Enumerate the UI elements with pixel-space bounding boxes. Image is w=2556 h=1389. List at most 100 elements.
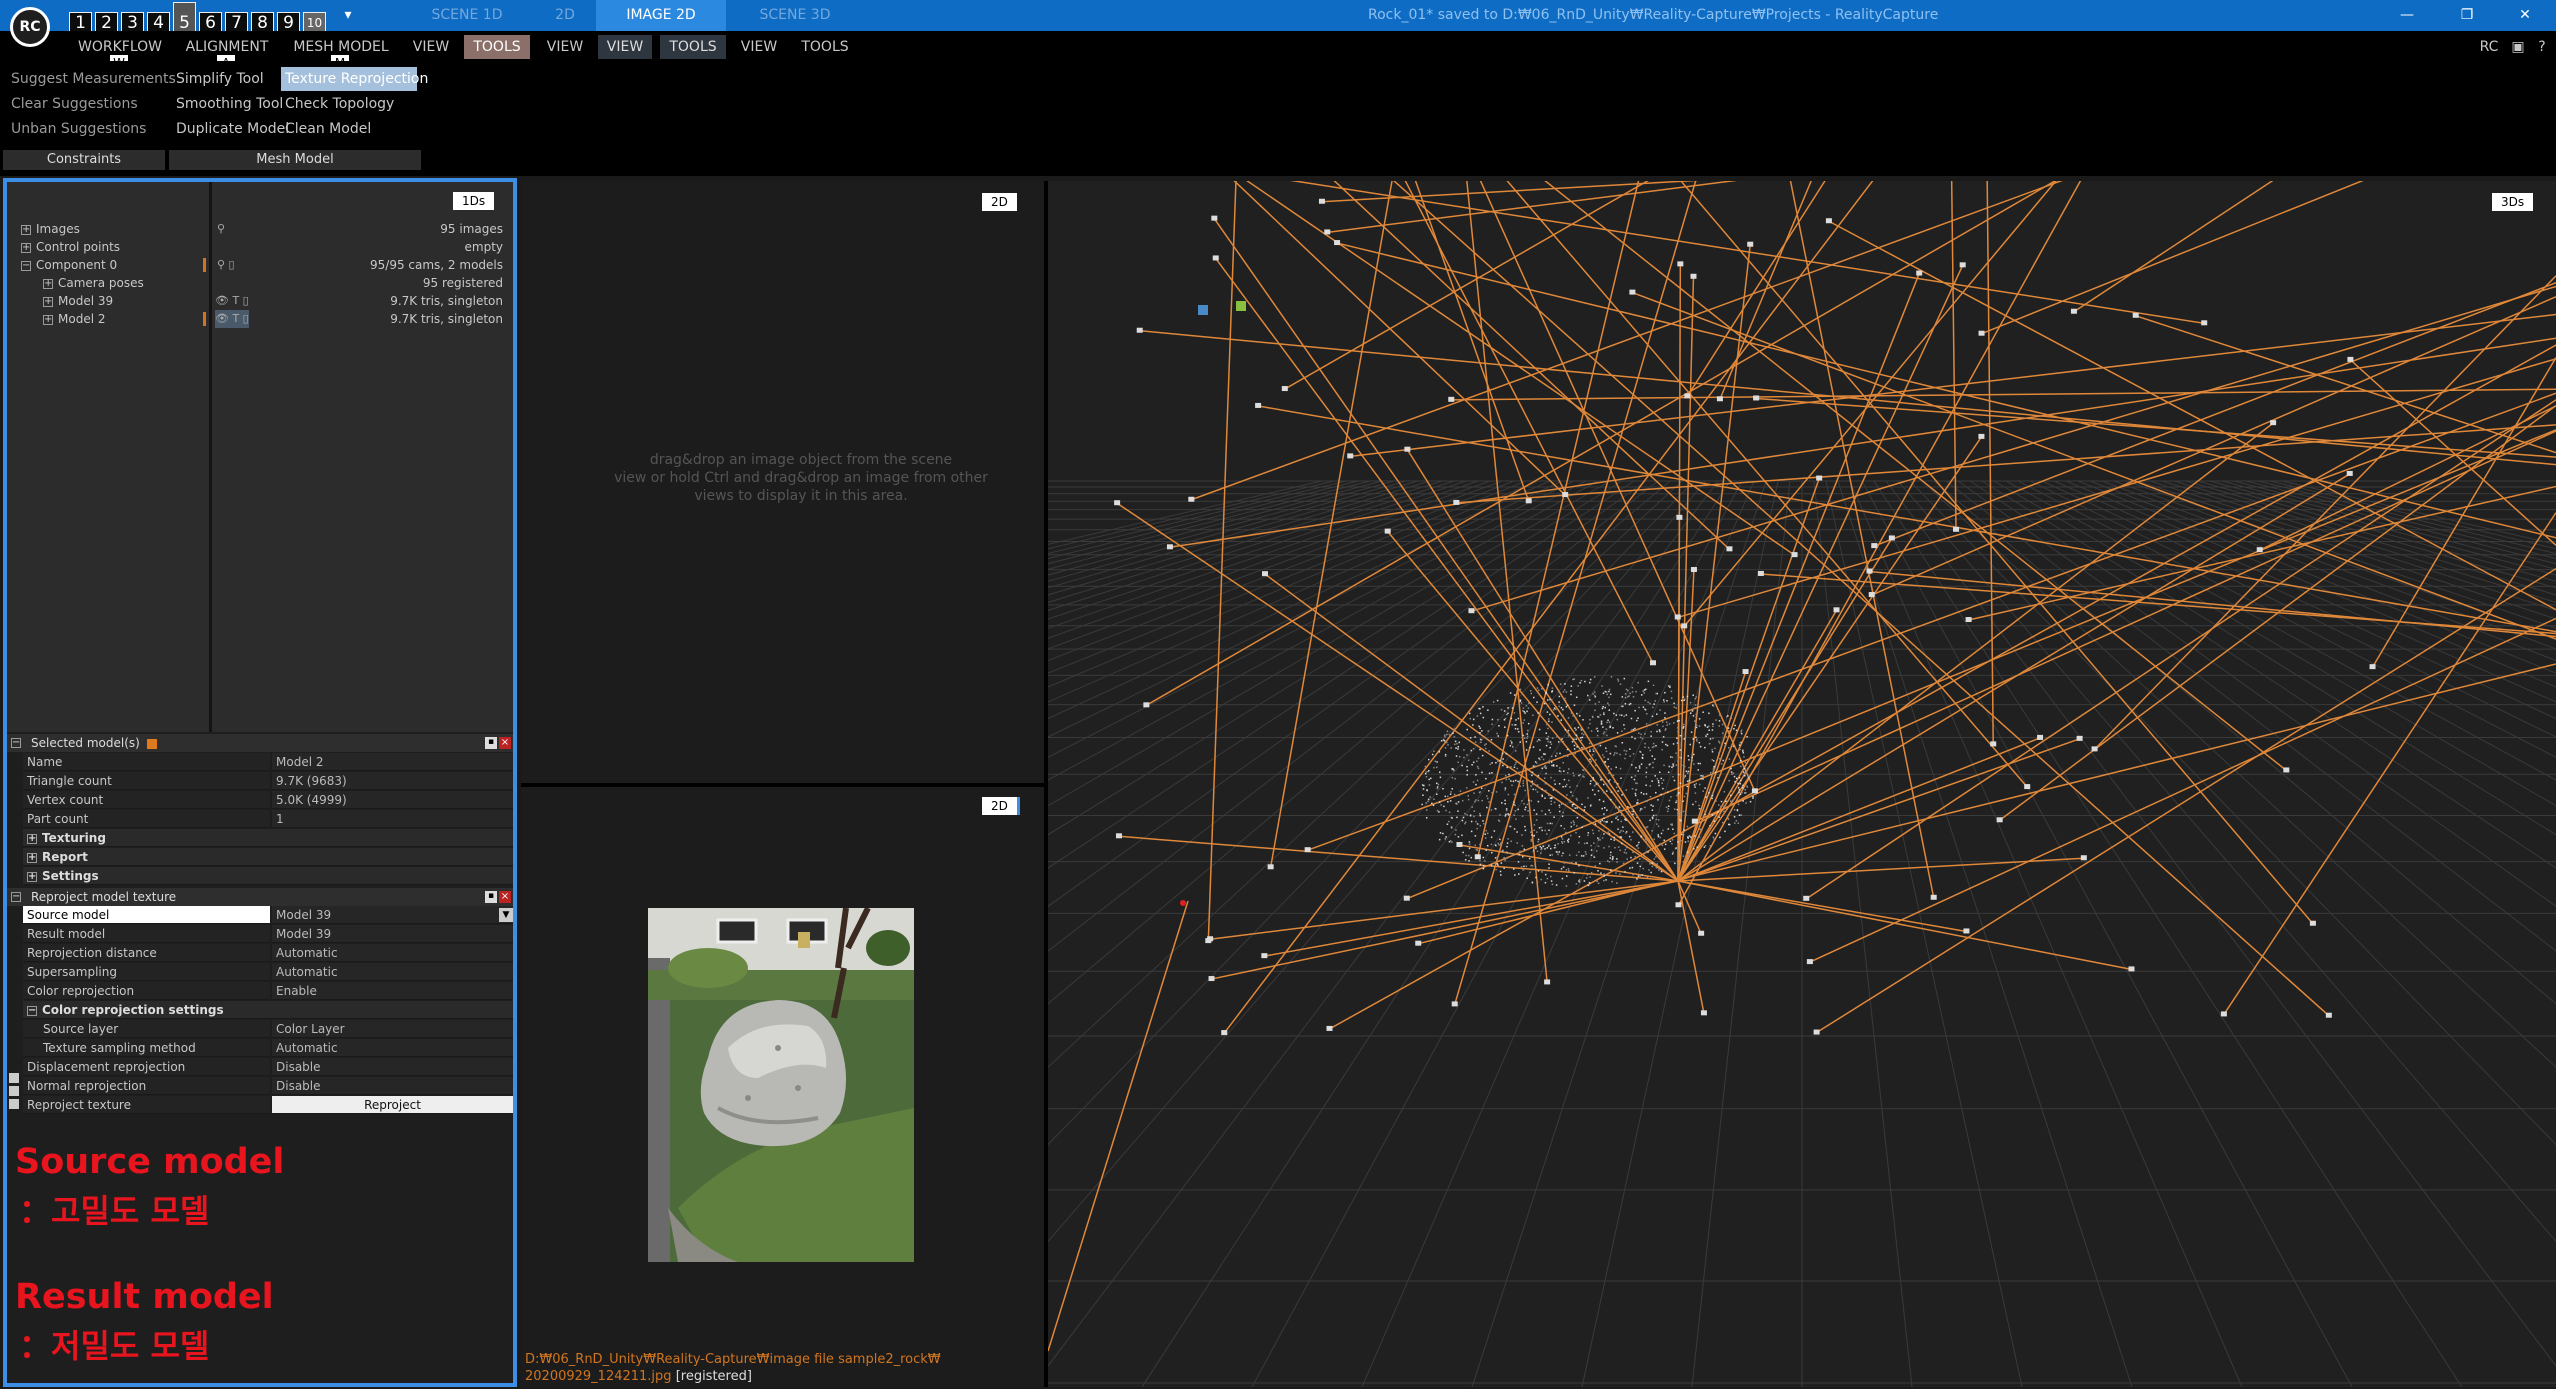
- tree-splitter[interactable]: [209, 182, 212, 732]
- smoothing-tool-button[interactable]: Smoothing Tool: [172, 92, 283, 116]
- expand-icon[interactable]: +: [43, 278, 53, 289]
- property-row: Triangle count 9.7K (9683): [23, 772, 513, 790]
- component-icons: ⚲ ▯: [217, 258, 235, 271]
- light-gizmo-icon[interactable]: [1236, 301, 1246, 311]
- panel-icon[interactable]: ▣: [2508, 35, 2528, 59]
- tab-scene-1d[interactable]: SCENE 1D: [412, 0, 522, 31]
- annotation-result-title: Result model: [15, 1277, 274, 1317]
- collapse-icon[interactable]: −: [11, 738, 21, 748]
- component-marker: [203, 258, 206, 272]
- reproject-button[interactable]: Reproject: [272, 1096, 513, 1114]
- menu-bar: WORKFLOW ALIGNMENT MESH MODEL VIEW TOOLS…: [0, 31, 2556, 61]
- pin-panel-icon[interactable]: ▪: [485, 891, 497, 903]
- origin-marker: [1180, 900, 1186, 906]
- clear-suggestions-button[interactable]: Clear Suggestions: [7, 92, 138, 116]
- section-texturing[interactable]: + Texturing: [23, 829, 513, 847]
- collapse-icon[interactable]: −: [27, 1005, 37, 1016]
- reproject-header[interactable]: − Reproject model texture ▪ ×: [7, 888, 513, 906]
- clean-model-button[interactable]: Clean Model: [281, 117, 371, 141]
- source-layer-row[interactable]: Source layer Color Layer: [23, 1020, 513, 1038]
- collapse-icon[interactable]: −: [21, 260, 31, 271]
- chevron-down-icon[interactable]: ▼: [499, 908, 513, 922]
- color-reprojection-settings-section[interactable]: − Color reprojection settings: [23, 1001, 513, 1019]
- unban-suggestions-button[interactable]: Unban Suggestions: [7, 117, 146, 141]
- tab-image-2d[interactable]: IMAGE 2D: [596, 0, 726, 31]
- expand-icon[interactable]: +: [27, 833, 37, 844]
- menu-tools-1[interactable]: TOOLS: [464, 35, 530, 59]
- view-2d-bottom[interactable]: 2D D:₩06_RnD_Unity₩Reality-Capture₩image…: [521, 787, 1044, 1387]
- texture-reprojection-button[interactable]: Texture Reprojection: [281, 67, 428, 91]
- menu-view-3[interactable]: VIEW: [598, 35, 652, 59]
- property-row: Name Model 2: [23, 753, 513, 771]
- normal-reprojection-row[interactable]: Normal reprojection Disable: [23, 1077, 513, 1095]
- expand-icon[interactable]: +: [27, 852, 37, 863]
- expand-icon[interactable]: +: [43, 314, 53, 325]
- tree-item-camera-poses[interactable]: + Camera poses: [43, 274, 144, 292]
- tab-scene-3d[interactable]: SCENE 3D: [735, 0, 855, 31]
- tree-value-model-2: 9.7K tris, singleton: [390, 312, 503, 326]
- scene-tree: 1Ds + Images ⚲ 95 images + Control points …: [7, 182, 513, 732]
- simplify-tool-button[interactable]: Simplify Tool: [172, 67, 264, 91]
- menu-view-4[interactable]: VIEW: [734, 35, 784, 59]
- result-model-row[interactable]: Result model Model 39: [23, 925, 513, 943]
- photo-rock-image: [648, 908, 914, 1262]
- menu-view-2[interactable]: VIEW: [540, 35, 590, 59]
- view-3d-scene[interactable]: 3Ds: [1048, 181, 2556, 1387]
- menu-view-1[interactable]: VIEW: [406, 35, 456, 59]
- menu-tools-2[interactable]: TOOLS: [660, 35, 726, 59]
- help-icon[interactable]: ?: [2532, 35, 2552, 59]
- layout-dropdown[interactable]: ▾: [338, 0, 358, 31]
- expand-icon[interactable]: +: [21, 242, 31, 253]
- duplicate-model-button[interactable]: Duplicate Model: [172, 117, 289, 141]
- camera-gizmo-icon[interactable]: [1198, 305, 1208, 315]
- scene-3d-canvas[interactable]: [1048, 181, 2556, 1387]
- tab-2d[interactable]: 2D: [530, 0, 600, 31]
- side-tool-icon[interactable]: [9, 1099, 19, 1109]
- collapse-icon[interactable]: −: [11, 892, 21, 902]
- view-tag-3ds: 3Ds: [2492, 193, 2534, 211]
- side-tool-icon[interactable]: [9, 1073, 19, 1083]
- displacement-reprojection-row[interactable]: Displacement reprojection Disable: [23, 1058, 513, 1076]
- app-logo[interactable]: RC: [10, 7, 50, 47]
- view-2d-top[interactable]: 2D drag&drop an image object from the sc…: [521, 181, 1044, 783]
- tree-item-model-2[interactable]: + Model 2: [43, 310, 105, 328]
- texture-sampling-row[interactable]: Texture sampling method Automatic: [23, 1039, 513, 1057]
- expand-icon[interactable]: +: [21, 224, 31, 235]
- view-tag-1ds: 1Ds: [453, 192, 495, 210]
- annotation-result-desc: ：저밀도 모델: [19, 1327, 210, 1365]
- selected-models-header[interactable]: − Selected model(s) ▪ ×: [7, 734, 513, 752]
- minimize-button[interactable]: —: [2382, 0, 2432, 31]
- drop-hint: drag&drop an image object from the scene…: [614, 452, 988, 504]
- warning-icon: [146, 738, 157, 749]
- tree-value-camera-poses: 95 registered: [422, 276, 503, 290]
- model-2-icons[interactable]: 👁 T ▯: [215, 310, 249, 328]
- expand-icon[interactable]: +: [27, 871, 37, 882]
- side-tool-icon[interactable]: [9, 1086, 19, 1096]
- menu-tools-3[interactable]: TOOLS: [794, 35, 856, 59]
- source-model-row[interactable]: Source model Model 39 ▼: [23, 906, 513, 924]
- left-panel: 1Ds + Images ⚲ 95 images + Control points …: [3, 178, 517, 1387]
- close-panel-icon[interactable]: ×: [499, 891, 511, 903]
- section-report[interactable]: + Report: [23, 848, 513, 866]
- camera-markers[interactable]: [1114, 198, 2376, 1036]
- close-button[interactable]: ✕: [2500, 0, 2550, 31]
- tree-item-images[interactable]: + Images: [21, 220, 80, 238]
- tree-item-component-0[interactable]: − Component 0: [21, 256, 117, 274]
- suggest-measurements-button[interactable]: Suggest Measurements: [7, 67, 176, 91]
- pin-icon: ⚲: [217, 222, 226, 235]
- check-topology-button[interactable]: Check Topology: [281, 92, 394, 116]
- color-reprojection-row[interactable]: Color reprojection Enable: [23, 982, 513, 1000]
- supersampling-row[interactable]: Supersampling Automatic: [23, 963, 513, 981]
- tree-item-model-39[interactable]: + Model 39: [43, 292, 113, 310]
- reprojection-distance-row[interactable]: Reprojection distance Automatic: [23, 944, 513, 962]
- model-39-icons[interactable]: 👁 T ▯: [215, 292, 249, 310]
- expand-icon[interactable]: +: [43, 296, 53, 307]
- restore-button[interactable]: ❐: [2442, 0, 2492, 31]
- model-2-marker: [203, 312, 206, 326]
- pin-panel-icon[interactable]: ▪: [485, 737, 497, 749]
- section-settings[interactable]: + Settings: [23, 867, 513, 885]
- close-panel-icon[interactable]: ×: [499, 737, 511, 749]
- tree-item-control-points[interactable]: + Control points: [21, 238, 120, 256]
- layout-button-5[interactable]: 5: [173, 2, 196, 34]
- tree-value-component-0: 95/95 cams, 2 models: [370, 258, 503, 272]
